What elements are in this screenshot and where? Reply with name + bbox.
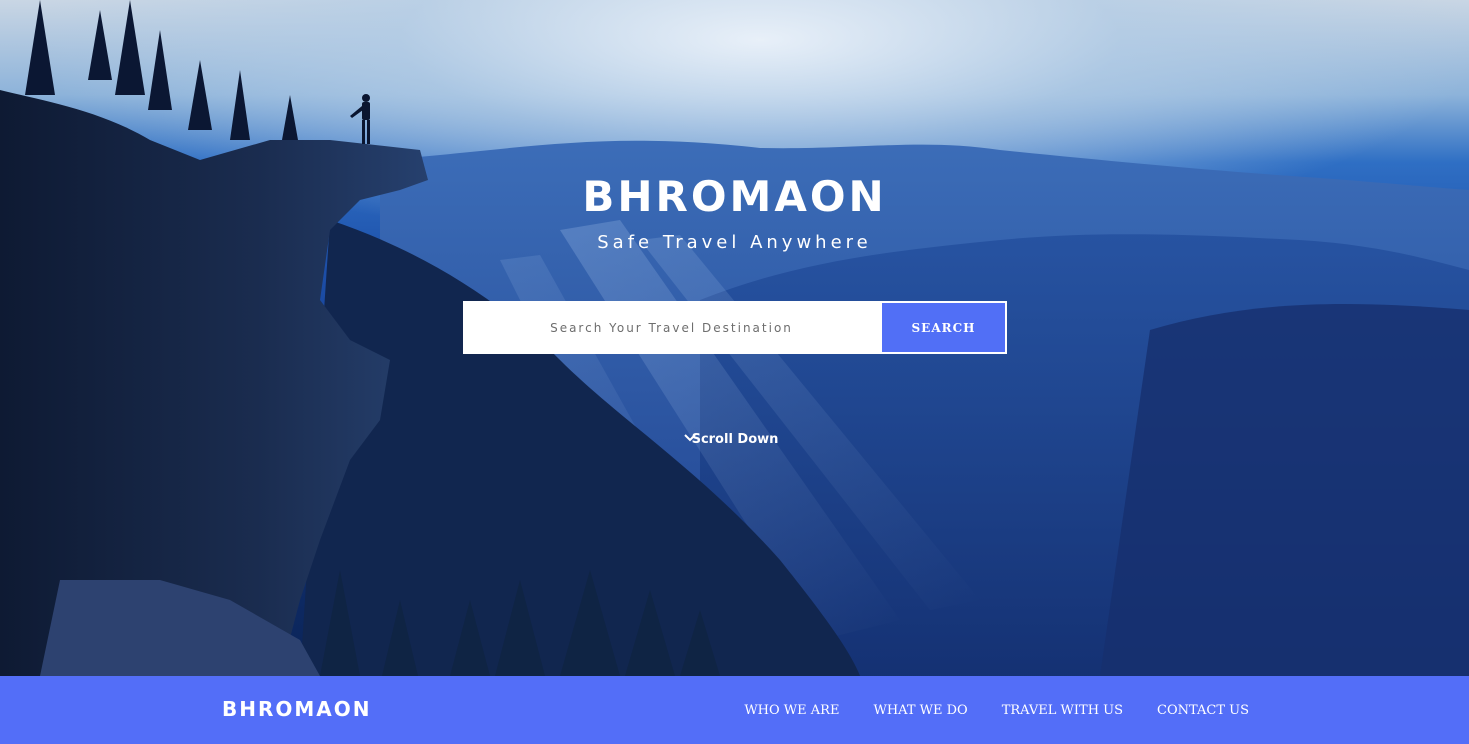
- nav-links: WHO WE ARE WHAT WE DO TRAVEL WITH US CON…: [744, 676, 1249, 744]
- navbar: BHROMAON WHO WE ARE WHAT WE DO TRAVEL WI…: [0, 676, 1469, 744]
- hero-tagline: Safe Travel Anywhere: [597, 232, 872, 253]
- nav-link-what-we-do[interactable]: WHAT WE DO: [873, 703, 967, 718]
- nav-link-travel-with-us[interactable]: TRAVEL WITH US: [1002, 703, 1123, 718]
- scroll-down-label: Scroll Down: [691, 432, 779, 447]
- hero-section: BHROMAON Safe Travel Anywhere SEARCH Scr…: [0, 0, 1469, 676]
- nav-link-contact-us[interactable]: CONTACT US: [1157, 703, 1249, 718]
- search-button[interactable]: SEARCH: [463, 301, 1007, 354]
- scroll-down-link[interactable]: Scroll Down: [684, 432, 786, 447]
- search-input[interactable]: [463, 301, 880, 354]
- nav-link-who-we-are[interactable]: WHO WE ARE: [744, 703, 839, 718]
- nav-logo[interactable]: BHROMAON: [222, 676, 372, 744]
- hero-content: BHROMAON Safe Travel Anywhere SEARCH Scr…: [0, 0, 1469, 676]
- chevron-down-icon: [684, 434, 696, 442]
- search-button-label: SEARCH: [911, 320, 976, 335]
- search-form: SEARCH: [463, 301, 1007, 354]
- hero-title: BHROMAON: [582, 172, 887, 221]
- search-icon: [463, 301, 483, 321]
